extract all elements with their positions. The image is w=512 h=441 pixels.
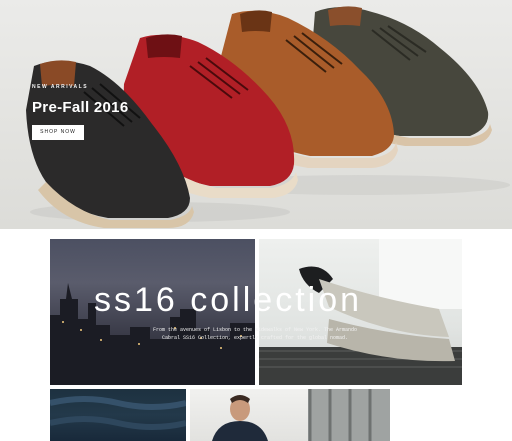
hero-caption: NEW ARRIVALS Pre-Fall 2016 SHOP NOW: [32, 84, 128, 140]
shop-now-button[interactable]: SHOP NOW: [32, 125, 84, 140]
hero-banner[interactable]: NEW ARRIVALS Pre-Fall 2016 SHOP NOW: [0, 0, 512, 229]
collection-description: From the avenues of Lisbon to the sidewa…: [152, 327, 358, 341]
model-portrait-image: [212, 389, 390, 441]
hero-title: Pre-Fall 2016: [32, 99, 129, 116]
denim-texture-tile[interactable]: [50, 389, 186, 441]
model-portrait-tile[interactable]: [190, 389, 390, 441]
denim-texture-image: [50, 396, 186, 430]
collection-title: ss16 collection: [94, 281, 363, 319]
hero-eyebrow: NEW ARRIVALS: [32, 84, 89, 90]
